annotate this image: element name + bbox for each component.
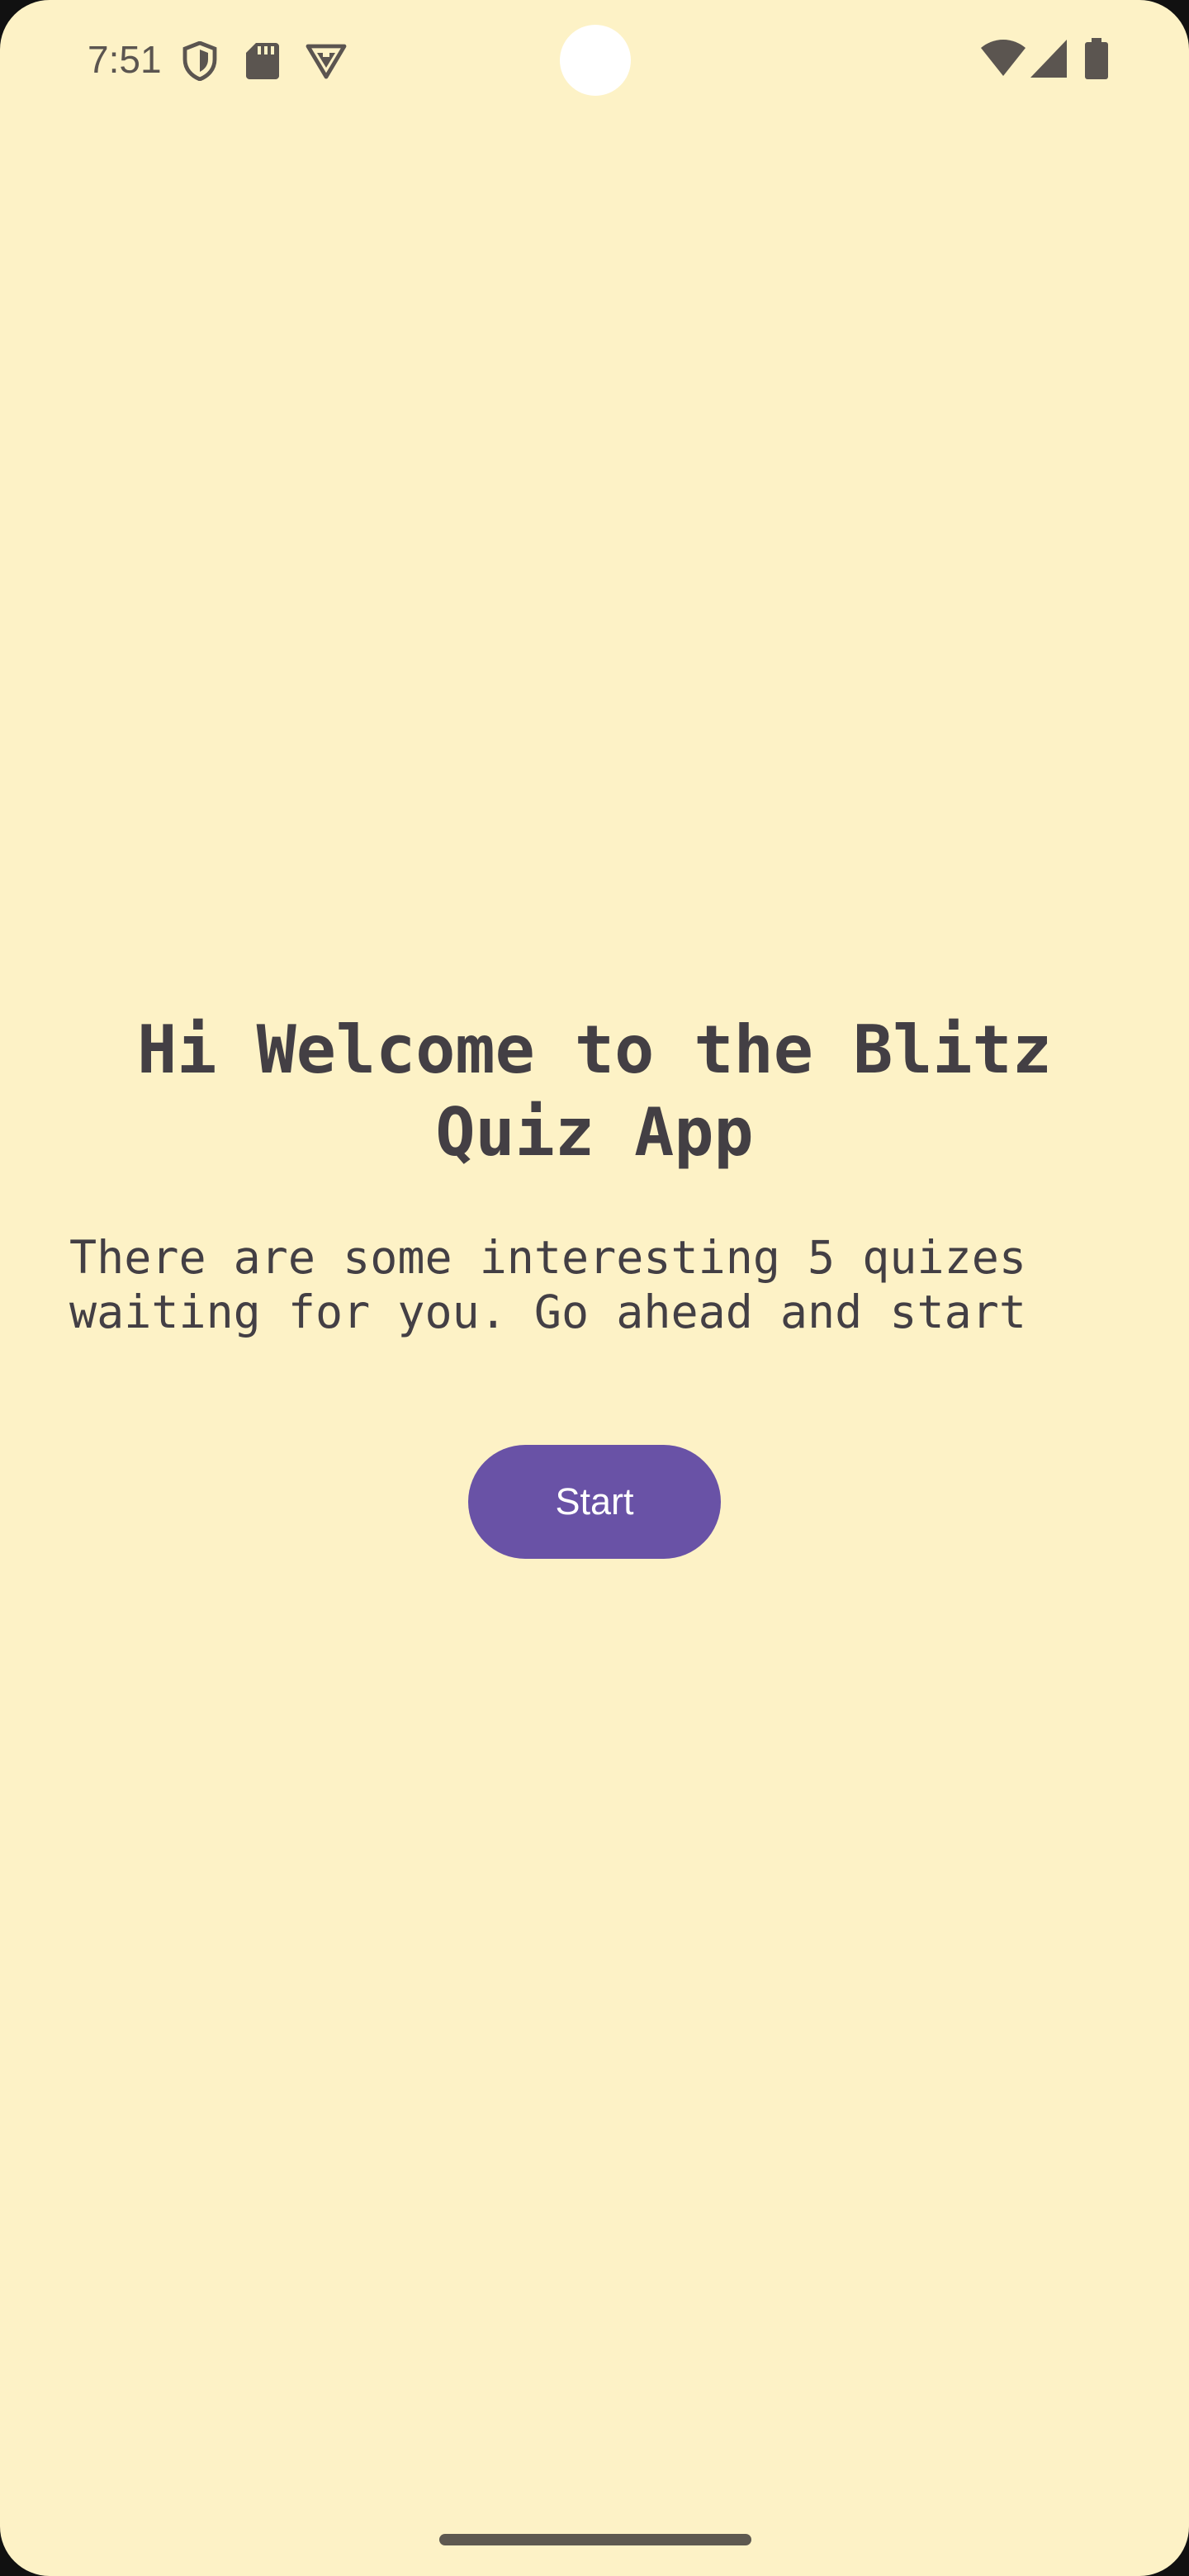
front-camera-cutout [560, 25, 631, 96]
vpn-triangle-icon [306, 44, 347, 79]
gesture-nav-handle[interactable] [439, 2534, 751, 2545]
welcome-title: Hi Welcome to the Blitz Quiz App [137, 1011, 1052, 1171]
app-screen: 7:51 Hi Welcome to the Blitz Quiz App Th… [0, 0, 1189, 2576]
wifi-icon [981, 40, 1026, 76]
status-time: 7:51 [88, 38, 162, 81]
sd-card-icon [246, 43, 279, 79]
battery-icon [1085, 38, 1108, 79]
welcome-subtitle: There are some interesting 5 quizes wait… [69, 1231, 1026, 1338]
start-button[interactable]: Start [468, 1445, 721, 1559]
cellular-signal-icon [1030, 40, 1067, 78]
status-bar: 7:51 [0, 0, 1189, 124]
shield-icon [182, 41, 217, 81]
